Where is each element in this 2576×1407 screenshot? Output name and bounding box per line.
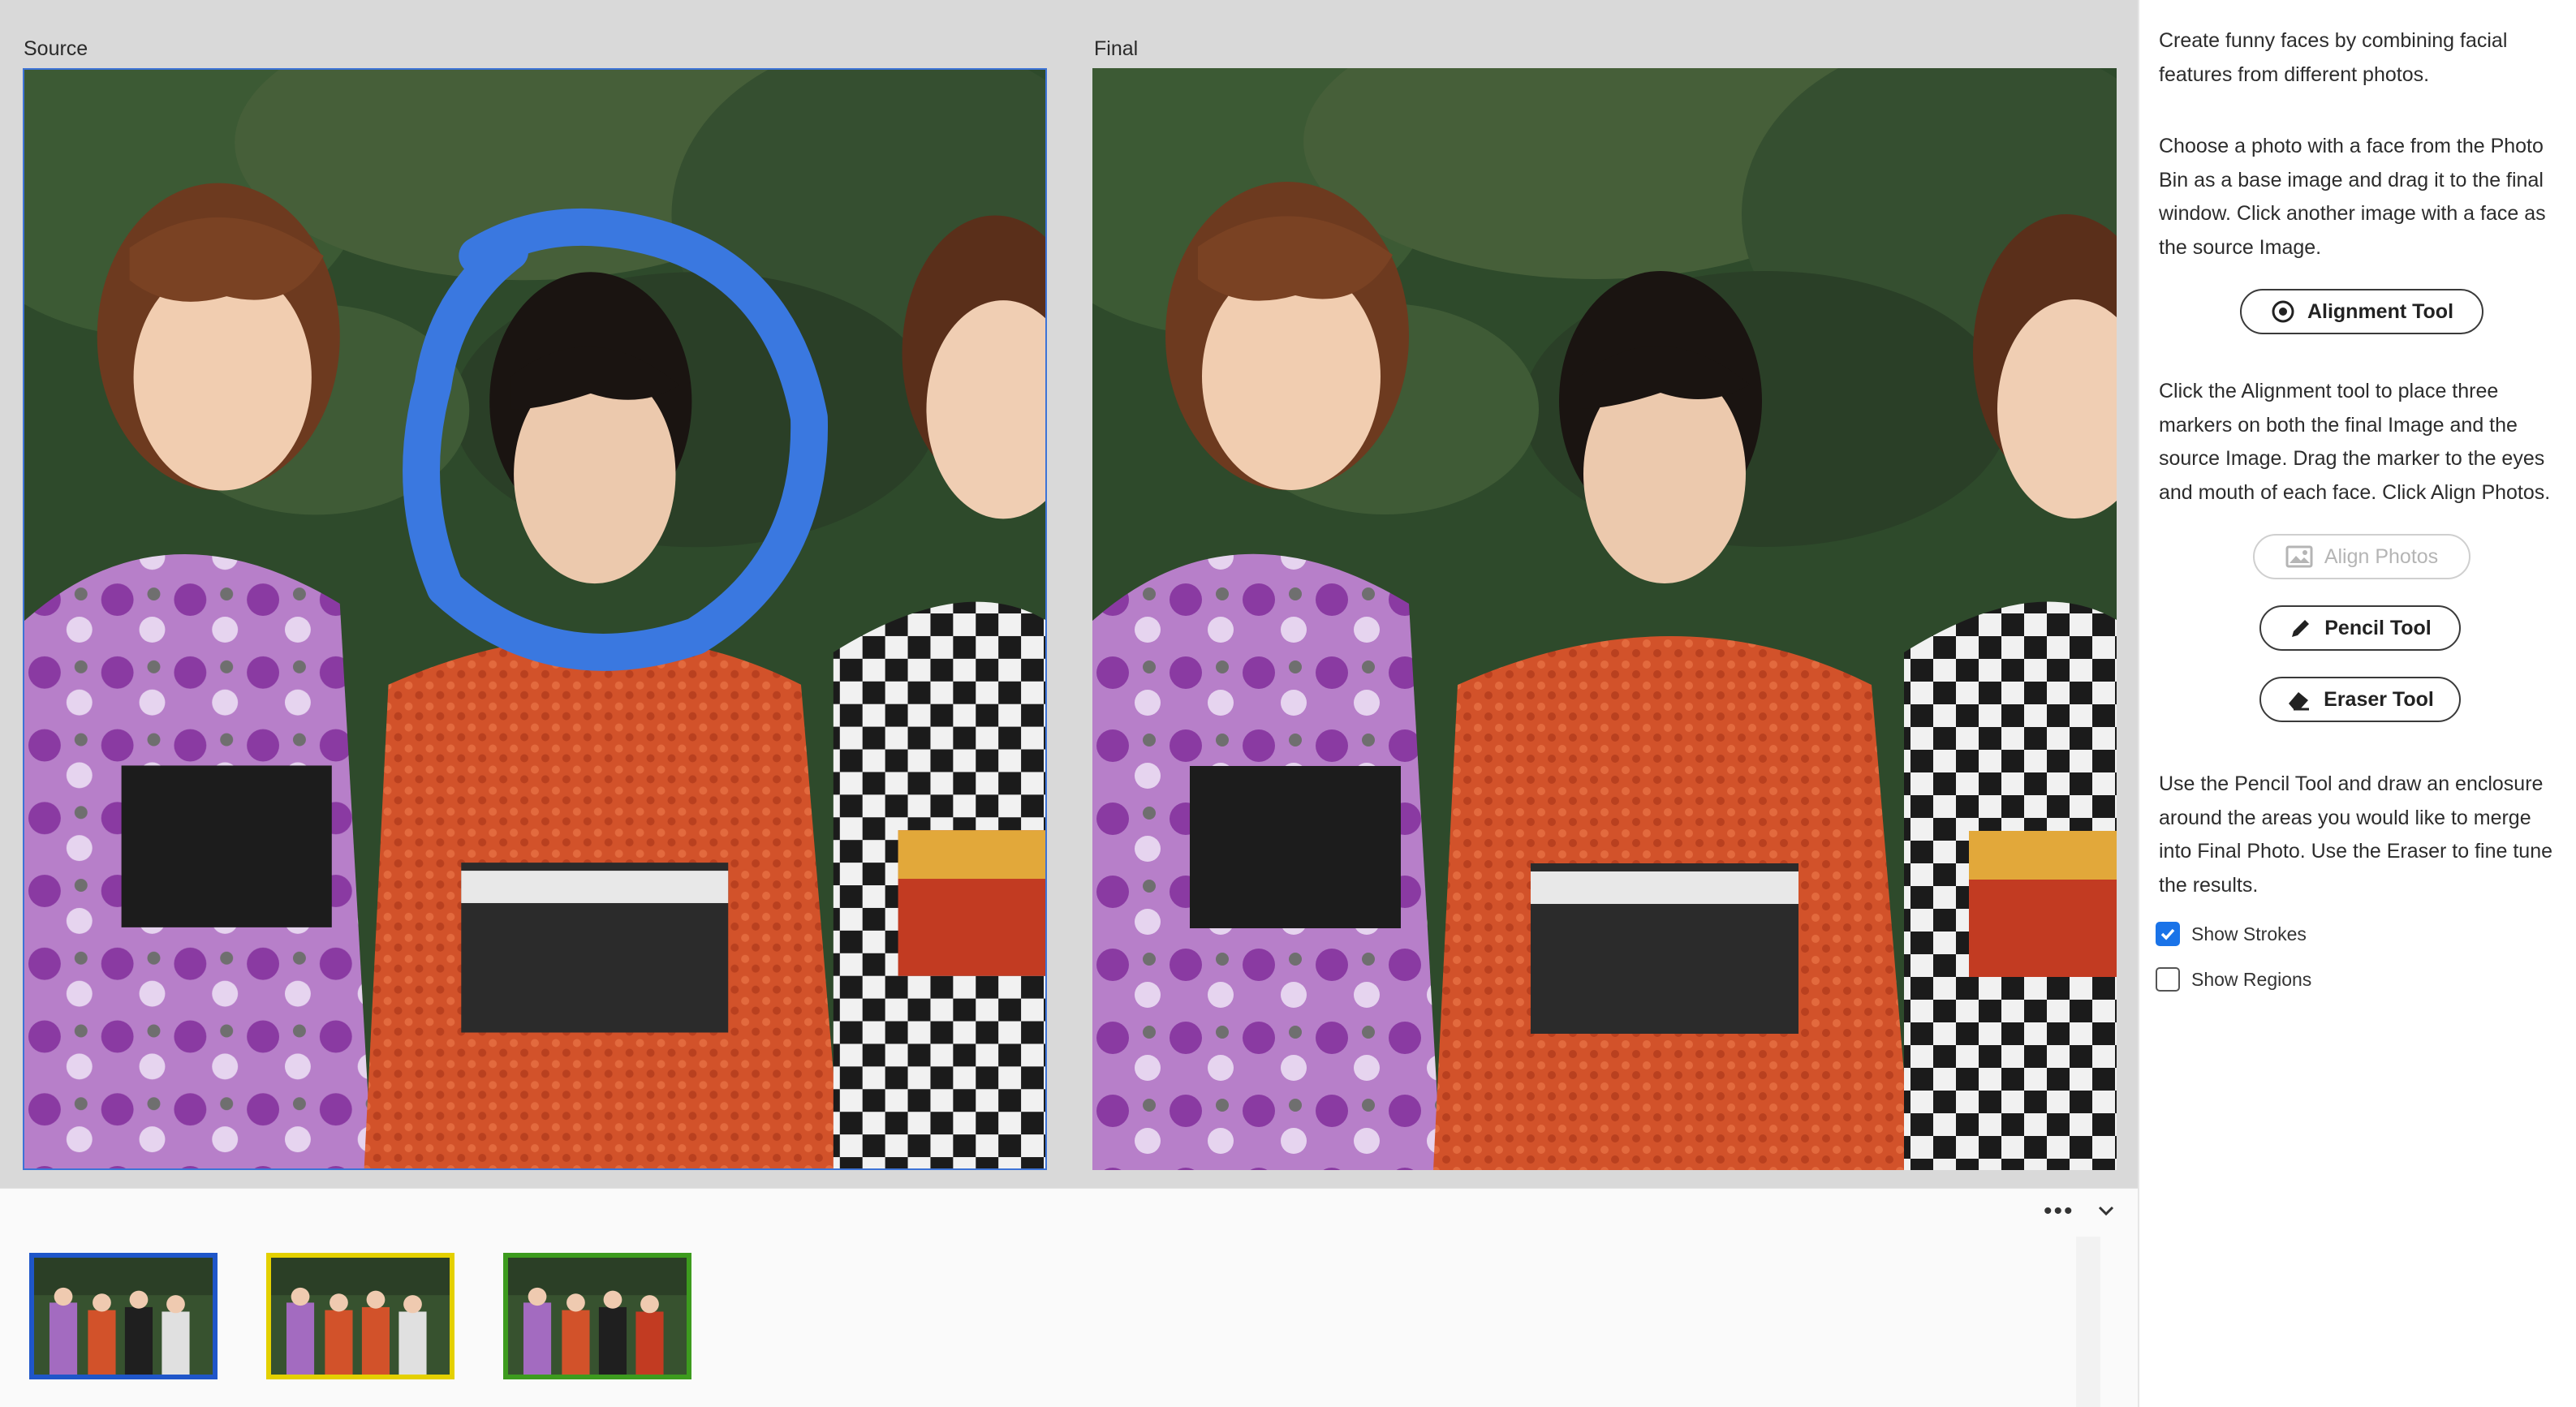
final-image[interactable] (1092, 68, 2117, 1170)
show-regions-option[interactable]: Show Regions (2156, 967, 2311, 992)
show-strokes-label: Show Strokes (2191, 923, 2307, 944)
intro-text: Create funny faces by combining facial f… (2159, 29, 2508, 86)
eraser-tool-button[interactable]: Eraser Tool (2259, 677, 2461, 722)
main-canvas: Source Final (0, 0, 2138, 1188)
pencil-instructions: Use the Pencil Tool and draw an enclosur… (2159, 772, 2552, 897)
source-image[interactable] (24, 70, 1045, 1168)
photo-bin-thumbnail[interactable] (503, 1253, 691, 1379)
guided-edit-panel: Create funny faces by combining facial f… (2138, 0, 2576, 1407)
align-photos-label: Align Photos (2324, 544, 2439, 568)
show-strokes-option[interactable]: Show Strokes (2156, 922, 2307, 946)
alignment-instructions: Click the Alignment tool to place three … (2159, 380, 2551, 504)
alignment-tool-button[interactable]: Alignment Tool (2240, 289, 2483, 334)
show-regions-label: Show Regions (2191, 968, 2312, 990)
source-label: Source (24, 37, 88, 60)
pencil-tool-label: Pencil Tool (2324, 616, 2432, 639)
bin-scrollbar[interactable] (2076, 1237, 2100, 1407)
image-icon (2285, 545, 2313, 568)
checkmark-icon (2160, 928, 2175, 940)
pencil-tool-button[interactable]: Pencil Tool (2259, 605, 2461, 651)
show-regions-checkbox[interactable] (2156, 967, 2180, 992)
show-strokes-checkbox[interactable] (2156, 922, 2180, 946)
choose-photo-instructions: Choose a photo with a face from the Phot… (2159, 135, 2546, 259)
eraser-icon (2289, 692, 2310, 711)
target-icon (2272, 300, 2294, 323)
chevron-down-icon[interactable] (2096, 1198, 2117, 1228)
photo-bin-thumbnail[interactable] (29, 1253, 218, 1379)
align-photos-button[interactable]: Align Photos (2253, 534, 2470, 579)
source-photo[interactable] (23, 68, 1047, 1170)
photo-bin-toolbar (0, 1188, 2138, 1237)
final-photo[interactable] (1092, 68, 2117, 1170)
final-label: Final (1094, 37, 1139, 60)
photo-bin (0, 1237, 2138, 1407)
eraser-tool-label: Eraser Tool (2324, 687, 2434, 711)
ellipsis-icon[interactable]: ••• (2044, 1198, 2074, 1225)
alignment-tool-label: Alignment Tool (2307, 299, 2454, 323)
photo-bin-thumbnail[interactable] (266, 1253, 454, 1379)
pencil-icon (2292, 620, 2310, 637)
